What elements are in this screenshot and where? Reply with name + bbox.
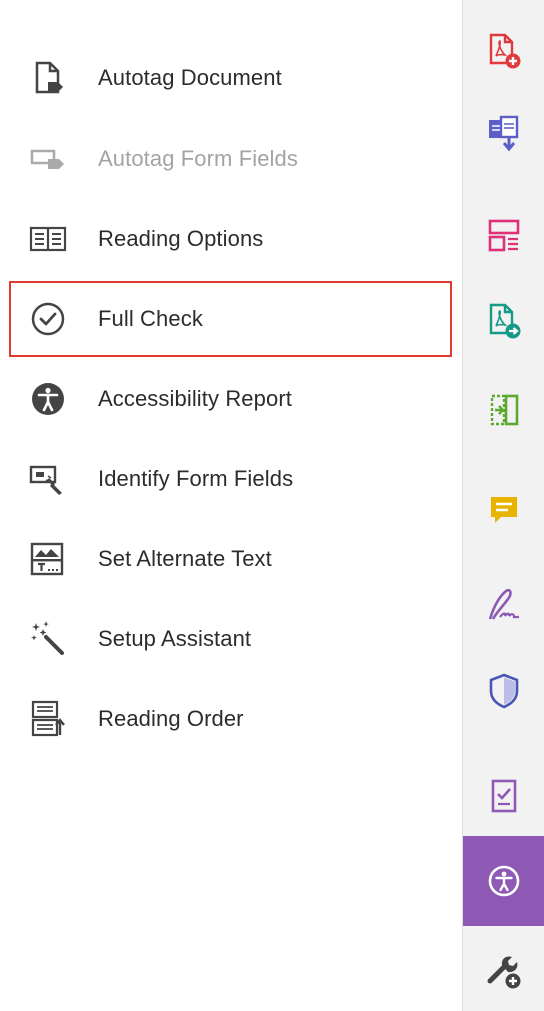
more-tools-tool[interactable] <box>463 940 544 1002</box>
identify-form-fields-item[interactable]: Identify Form Fields <box>0 451 462 507</box>
fill-sign-tool[interactable] <box>463 575 544 637</box>
accessibility-report-item[interactable]: Accessibility Report <box>0 371 462 427</box>
export-pdf-icon <box>489 303 521 339</box>
request-signatures-tool[interactable] <box>463 765 544 827</box>
protect-tool[interactable] <box>463 660 544 722</box>
accessibility-report-icon <box>28 379 68 419</box>
compress-pdf-icon <box>490 394 519 426</box>
item-label: Full Check <box>98 306 203 331</box>
selection-highlight <box>9 281 452 357</box>
more-tools-icon <box>487 956 521 989</box>
reading-options-item[interactable]: Reading Options <box>0 211 462 267</box>
setup-assistant-icon <box>28 619 68 659</box>
autotag-document-icon <box>28 58 68 98</box>
item-label: Reading Order <box>98 706 244 731</box>
identify-form-fields-icon <box>28 459 68 499</box>
tools-rail <box>462 0 544 1011</box>
comment-tool[interactable] <box>463 480 544 542</box>
compress-pdf-tool[interactable] <box>463 379 544 441</box>
item-label: Autotag Form Fields <box>98 146 298 171</box>
create-pdf-tool[interactable] <box>463 20 544 82</box>
set-alternate-text-icon <box>28 539 68 579</box>
comment-icon <box>491 497 517 523</box>
organize-pages-tool[interactable] <box>463 205 544 267</box>
autotag-form-fields-item[interactable]: Autotag Form Fields <box>0 131 462 187</box>
reading-order-icon <box>28 699 68 739</box>
full-check-item[interactable]: Full Check <box>0 281 462 357</box>
item-label: Reading Options <box>98 226 264 251</box>
autotag-document-item[interactable]: Autotag Document <box>0 50 462 106</box>
export-pdf-tool[interactable] <box>463 290 544 352</box>
autotag-form-fields-icon <box>28 139 68 179</box>
item-label: Identify Form Fields <box>98 466 294 491</box>
protect-icon <box>489 673 519 709</box>
reading-order-item[interactable]: Reading Order <box>0 691 462 747</box>
combine-files-tool[interactable] <box>463 103 544 165</box>
item-label: Accessibility Report <box>98 386 292 411</box>
accessibility-icon <box>488 865 520 897</box>
organize-pages-icon <box>488 219 520 252</box>
fill-sign-icon <box>488 588 519 620</box>
accessibility-tool[interactable] <box>463 836 544 926</box>
request-signatures-icon <box>491 779 517 813</box>
accessibility-tools-panel: Autotag Document Autotag Form Fields Rea… <box>0 0 462 1011</box>
reading-options-icon <box>28 219 68 259</box>
item-label: Autotag Document <box>98 65 282 90</box>
set-alternate-text-item[interactable]: Set Alternate Text <box>0 531 462 587</box>
setup-assistant-item[interactable]: Setup Assistant <box>0 611 462 667</box>
item-label: Setup Assistant <box>98 626 252 651</box>
create-pdf-icon <box>489 33 521 69</box>
item-label: Set Alternate Text <box>98 546 272 571</box>
full-check-icon <box>28 299 68 339</box>
combine-files-icon <box>489 115 519 152</box>
